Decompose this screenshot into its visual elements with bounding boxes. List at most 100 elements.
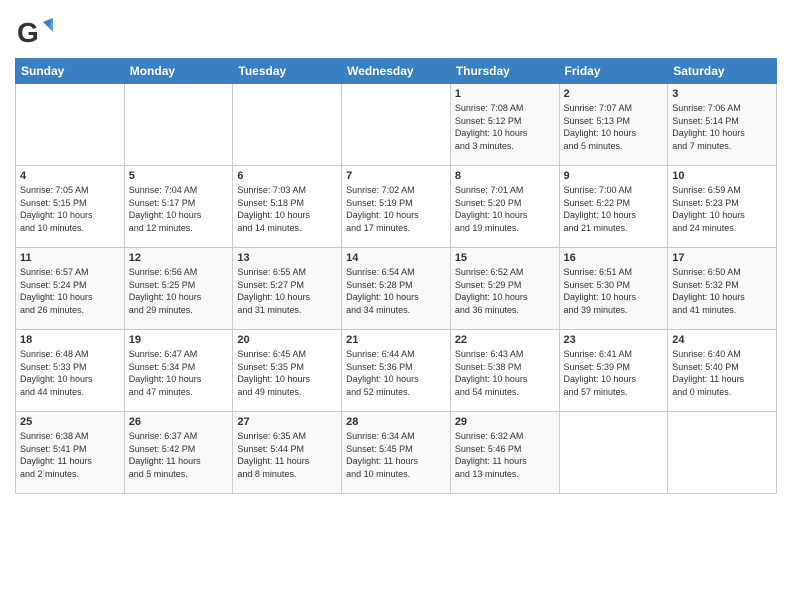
- calendar-cell: 14 Sunrise: 6:54 AM Sunset: 5:28 PM Dayli…: [342, 248, 451, 330]
- day-info: Sunrise: 6:56 AM Sunset: 5:25 PM Dayligh…: [129, 266, 229, 316]
- calendar-week-2: 4 Sunrise: 7:05 AM Sunset: 5:15 PM Daylig…: [16, 166, 777, 248]
- calendar-cell: 21 Sunrise: 6:44 AM Sunset: 5:36 PM Dayli…: [342, 330, 451, 412]
- calendar-cell: [16, 84, 125, 166]
- calendar-week-1: 1Sunrise: 7:08 AM Sunset: 5:12 PM Daylig…: [16, 84, 777, 166]
- header-cell-wednesday: Wednesday: [342, 59, 451, 84]
- calendar-cell: 4 Sunrise: 7:05 AM Sunset: 5:15 PM Daylig…: [16, 166, 125, 248]
- calendar-cell: [124, 84, 233, 166]
- calendar-cell: 26 Sunrise: 6:37 AM Sunset: 5:42 PM Dayli…: [124, 412, 233, 494]
- header-cell-sunday: Sunday: [16, 59, 125, 84]
- header: G: [15, 10, 777, 52]
- day-number: 21: [346, 334, 446, 346]
- calendar-cell: 27 Sunrise: 6:35 AM Sunset: 5:44 PM Dayli…: [233, 412, 342, 494]
- calendar-cell: 6Sunrise: 7:03 AM Sunset: 5:18 PM Daylig…: [233, 166, 342, 248]
- calendar-cell: 17 Sunrise: 6:50 AM Sunset: 5:32 PM Dayli…: [668, 248, 777, 330]
- day-number: 4: [20, 170, 120, 182]
- day-number: 8: [455, 170, 555, 182]
- day-number: 27: [237, 416, 337, 428]
- day-info: Sunrise: 6:48 AM Sunset: 5:33 PM Dayligh…: [20, 348, 120, 398]
- day-info: Sunrise: 6:43 AM Sunset: 5:38 PM Dayligh…: [455, 348, 555, 398]
- day-number: 17: [672, 252, 772, 264]
- day-info: Sunrise: 6:52 AM Sunset: 5:29 PM Dayligh…: [455, 266, 555, 316]
- day-info: Sunrise: 6:50 AM Sunset: 5:32 PM Dayligh…: [672, 266, 772, 316]
- calendar-cell: 23Sunrise: 6:41 AM Sunset: 5:39 PM Dayli…: [559, 330, 668, 412]
- calendar-table: SundayMondayTuesdayWednesdayThursdayFrid…: [15, 58, 777, 494]
- day-number: 5: [129, 170, 229, 182]
- calendar-cell: 22 Sunrise: 6:43 AM Sunset: 5:38 PM Dayli…: [450, 330, 559, 412]
- calendar-cell: 16 Sunrise: 6:51 AM Sunset: 5:30 PM Dayli…: [559, 248, 668, 330]
- day-info: Sunrise: 7:06 AM Sunset: 5:14 PM Dayligh…: [672, 102, 772, 152]
- day-info: Sunrise: 7:08 AM Sunset: 5:12 PM Dayligh…: [455, 102, 555, 152]
- day-number: 19: [129, 334, 229, 346]
- day-info: Sunrise: 7:00 AM Sunset: 5:22 PM Dayligh…: [564, 184, 664, 234]
- day-info: Sunrise: 6:35 AM Sunset: 5:44 PM Dayligh…: [237, 430, 337, 480]
- day-info: Sunrise: 6:55 AM Sunset: 5:27 PM Dayligh…: [237, 266, 337, 316]
- calendar-cell: [233, 84, 342, 166]
- header-row: SundayMondayTuesdayWednesdayThursdayFrid…: [16, 59, 777, 84]
- logo: G: [15, 10, 55, 52]
- calendar-cell: 1Sunrise: 7:08 AM Sunset: 5:12 PM Daylig…: [450, 84, 559, 166]
- day-info: Sunrise: 6:44 AM Sunset: 5:36 PM Dayligh…: [346, 348, 446, 398]
- day-info: Sunrise: 6:37 AM Sunset: 5:42 PM Dayligh…: [129, 430, 229, 480]
- day-info: Sunrise: 6:51 AM Sunset: 5:30 PM Dayligh…: [564, 266, 664, 316]
- day-number: 10: [672, 170, 772, 182]
- header-cell-monday: Monday: [124, 59, 233, 84]
- day-number: 11: [20, 252, 120, 264]
- day-number: 22: [455, 334, 555, 346]
- day-info: Sunrise: 6:45 AM Sunset: 5:35 PM Dayligh…: [237, 348, 337, 398]
- day-number: 16: [564, 252, 664, 264]
- calendar-cell: 29 Sunrise: 6:32 AM Sunset: 5:46 PM Dayli…: [450, 412, 559, 494]
- day-number: 20: [237, 334, 337, 346]
- day-number: 25: [20, 416, 120, 428]
- day-info: Sunrise: 6:57 AM Sunset: 5:24 PM Dayligh…: [20, 266, 120, 316]
- day-info: Sunrise: 6:34 AM Sunset: 5:45 PM Dayligh…: [346, 430, 446, 480]
- header-cell-friday: Friday: [559, 59, 668, 84]
- day-number: 23: [564, 334, 664, 346]
- calendar-cell: 18 Sunrise: 6:48 AM Sunset: 5:33 PM Dayli…: [16, 330, 125, 412]
- calendar-cell: 20 Sunrise: 6:45 AM Sunset: 5:35 PM Dayli…: [233, 330, 342, 412]
- day-number: 29: [455, 416, 555, 428]
- calendar-cell: [559, 412, 668, 494]
- day-info: Sunrise: 7:03 AM Sunset: 5:18 PM Dayligh…: [237, 184, 337, 234]
- calendar-cell: 2 Sunrise: 7:07 AM Sunset: 5:13 PM Daylig…: [559, 84, 668, 166]
- calendar-body: 1Sunrise: 7:08 AM Sunset: 5:12 PM Daylig…: [16, 84, 777, 494]
- calendar-week-5: 25 Sunrise: 6:38 AM Sunset: 5:41 PM Dayli…: [16, 412, 777, 494]
- calendar-cell: 28 Sunrise: 6:34 AM Sunset: 5:45 PM Dayli…: [342, 412, 451, 494]
- day-info: Sunrise: 6:32 AM Sunset: 5:46 PM Dayligh…: [455, 430, 555, 480]
- day-info: Sunrise: 7:05 AM Sunset: 5:15 PM Dayligh…: [20, 184, 120, 234]
- calendar-cell: 7 Sunrise: 7:02 AM Sunset: 5:19 PM Daylig…: [342, 166, 451, 248]
- day-info: Sunrise: 7:04 AM Sunset: 5:17 PM Dayligh…: [129, 184, 229, 234]
- calendar-week-3: 11 Sunrise: 6:57 AM Sunset: 5:24 PM Dayli…: [16, 248, 777, 330]
- day-number: 2: [564, 88, 664, 100]
- calendar-cell: 13Sunrise: 6:55 AM Sunset: 5:27 PM Dayli…: [233, 248, 342, 330]
- day-info: Sunrise: 7:07 AM Sunset: 5:13 PM Dayligh…: [564, 102, 664, 152]
- day-number: 9: [564, 170, 664, 182]
- calendar-cell: [668, 412, 777, 494]
- header-cell-saturday: Saturday: [668, 59, 777, 84]
- day-info: Sunrise: 7:02 AM Sunset: 5:19 PM Dayligh…: [346, 184, 446, 234]
- day-number: 12: [129, 252, 229, 264]
- page-container: G SundayMondayTuesdayWednesdayThursdayFr…: [0, 0, 792, 499]
- day-number: 14: [346, 252, 446, 264]
- day-number: 15: [455, 252, 555, 264]
- calendar-cell: 19Sunrise: 6:47 AM Sunset: 5:34 PM Dayli…: [124, 330, 233, 412]
- day-number: 3: [672, 88, 772, 100]
- calendar-cell: 25 Sunrise: 6:38 AM Sunset: 5:41 PM Dayli…: [16, 412, 125, 494]
- day-number: 7: [346, 170, 446, 182]
- calendar-week-4: 18 Sunrise: 6:48 AM Sunset: 5:33 PM Dayli…: [16, 330, 777, 412]
- calendar-cell: 9 Sunrise: 7:00 AM Sunset: 5:22 PM Daylig…: [559, 166, 668, 248]
- day-info: Sunrise: 6:54 AM Sunset: 5:28 PM Dayligh…: [346, 266, 446, 316]
- calendar-header: SundayMondayTuesdayWednesdayThursdayFrid…: [16, 59, 777, 84]
- day-info: Sunrise: 6:38 AM Sunset: 5:41 PM Dayligh…: [20, 430, 120, 480]
- day-number: 26: [129, 416, 229, 428]
- day-number: 18: [20, 334, 120, 346]
- calendar-cell: 10Sunrise: 6:59 AM Sunset: 5:23 PM Dayli…: [668, 166, 777, 248]
- day-info: Sunrise: 7:01 AM Sunset: 5:20 PM Dayligh…: [455, 184, 555, 234]
- calendar-cell: 3 Sunrise: 7:06 AM Sunset: 5:14 PM Daylig…: [668, 84, 777, 166]
- header-cell-thursday: Thursday: [450, 59, 559, 84]
- day-number: 28: [346, 416, 446, 428]
- calendar-cell: 24Sunrise: 6:40 AM Sunset: 5:40 PM Dayli…: [668, 330, 777, 412]
- day-number: 24: [672, 334, 772, 346]
- svg-text:G: G: [17, 17, 39, 48]
- header-cell-tuesday: Tuesday: [233, 59, 342, 84]
